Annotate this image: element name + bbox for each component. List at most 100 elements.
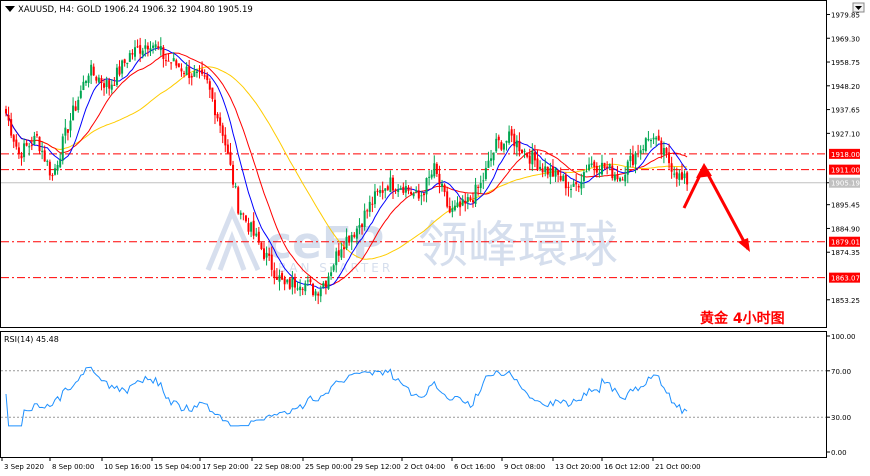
candle-body (407, 187, 410, 191)
candle-body (531, 151, 534, 165)
candle-body (358, 225, 361, 228)
candle-body (441, 183, 444, 187)
candle-body (301, 288, 304, 290)
arrowhead-up-icon (696, 163, 712, 178)
candle-body (392, 177, 394, 191)
candle-body (17, 147, 20, 154)
candle-body (118, 66, 121, 75)
candle-body (319, 289, 322, 297)
candle-body (283, 278, 286, 285)
time-tick-label: 29 Sep 12:00 (354, 463, 401, 471)
candle-body (639, 150, 642, 154)
candle-body (115, 67, 118, 86)
candle-body (327, 276, 330, 289)
candle-body (208, 81, 211, 90)
chart-annotation: 黄金 4小时图 (700, 310, 785, 327)
candle-body (577, 185, 580, 188)
candle-body (479, 183, 482, 189)
candle-body (226, 144, 229, 154)
projection-arrow-path (682, 163, 750, 250)
time-tick-label: 10 Sep 16:00 (104, 463, 151, 471)
candle-body (201, 69, 204, 74)
candle-body (647, 138, 650, 141)
candle-body (464, 200, 467, 204)
candle-body (453, 205, 456, 211)
candle-body (265, 252, 268, 258)
time-tick-label: 8 Sep 00:00 (52, 463, 94, 471)
candle-body (389, 177, 392, 193)
candle-body (35, 134, 38, 136)
candle-body (293, 278, 296, 288)
watermark: ceFP 领峰環球 BAN STARTER (205, 205, 618, 275)
candle-body (229, 151, 232, 165)
candle-body (657, 135, 660, 141)
candle-body (371, 203, 374, 205)
candle-body (275, 276, 278, 280)
price-tick-label: 1905.19 (831, 180, 860, 188)
candle-body (193, 71, 196, 77)
candle-body (273, 270, 276, 278)
watermark-logo-icon (205, 205, 261, 272)
candle-body (595, 165, 598, 173)
candle-body (650, 140, 652, 142)
candle-body (381, 190, 384, 193)
candle-body (567, 186, 570, 188)
candle-body (644, 138, 647, 151)
price-chart[interactable]: ceFP 领峰環球 BAN STARTER XAUUSD, H4: GOLD 1… (0, 0, 870, 476)
main-panel-frame (0, 0, 827, 328)
candle-body (497, 136, 500, 141)
candle-body (500, 142, 503, 150)
candle-body (474, 184, 477, 204)
candle-body (675, 172, 678, 179)
candle-body (541, 168, 544, 173)
candle-body (600, 162, 603, 175)
projection-arrow (682, 163, 750, 252)
candle-body (469, 197, 472, 200)
candle-body (502, 143, 505, 150)
candle-body (508, 131, 511, 143)
candle-body (593, 161, 596, 168)
candle-body (513, 133, 516, 147)
time-tick-label: 15 Sep 04:00 (154, 463, 201, 471)
time-tick-label: 25 Sep 00:00 (305, 463, 352, 471)
level-price-label: 1863.07 (831, 275, 860, 283)
candle-body (402, 186, 405, 193)
candle-body (585, 171, 588, 173)
candle-body (417, 190, 420, 199)
candle-body (665, 148, 668, 154)
time-tick-label: 13 Oct 20:00 (555, 463, 601, 471)
candle-body (446, 191, 449, 207)
candle-body (348, 235, 351, 243)
watermark-cn: 领峰環球 (418, 216, 618, 274)
candle-body (296, 288, 299, 290)
candle-body (87, 75, 90, 83)
candle-body (621, 179, 624, 181)
candle-body (608, 164, 611, 168)
chart-corner-button[interactable] (852, 2, 865, 13)
candle-body (495, 138, 498, 152)
candle-body (72, 105, 75, 121)
candle-body (281, 273, 284, 280)
candle-body (170, 62, 173, 64)
candle-body (637, 153, 640, 155)
candle-body (291, 278, 294, 288)
dropdown-triangle-icon[interactable] (5, 6, 15, 12)
candle-body (616, 174, 619, 180)
price-tick-label: 1884.90 (831, 225, 860, 233)
candle-body (188, 66, 191, 78)
price-tick-label: 1958.75 (831, 59, 860, 67)
candle-body (634, 153, 637, 165)
rsi-axis: 100.00 70.00 30.00 0.00 (826, 333, 856, 457)
candle-body (10, 119, 13, 136)
candle-body (154, 44, 157, 48)
time-tick-label: 16 Oct 12:00 (604, 463, 650, 471)
candle-body (528, 155, 531, 164)
candle-body (146, 45, 149, 50)
candle-body (299, 286, 302, 291)
candle-body (683, 173, 686, 179)
candle-body (373, 191, 376, 205)
candle-body (175, 60, 178, 66)
candle-body (232, 164, 235, 185)
candle-body (77, 99, 80, 111)
price-tick-label: 1979.85 (831, 11, 860, 19)
